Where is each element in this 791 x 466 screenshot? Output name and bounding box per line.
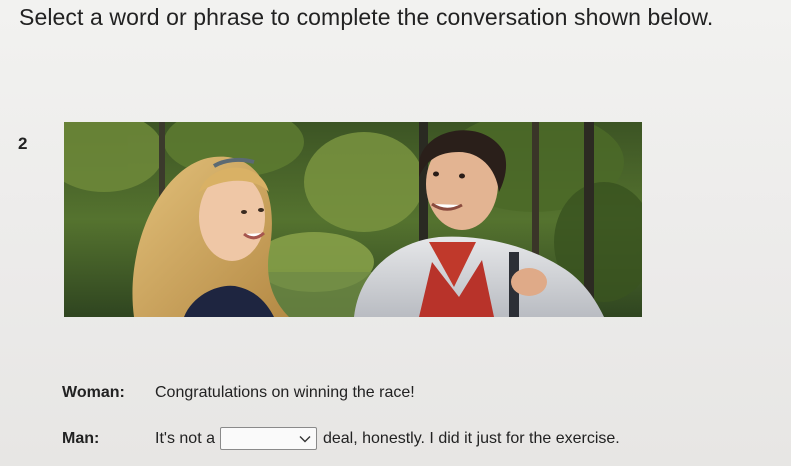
speaker-man: Man: bbox=[62, 429, 100, 447]
woman-line: Congratulations on winning the race! bbox=[155, 384, 415, 401]
dialogue-man: Man: It's not a deal, honestly. I did it… bbox=[62, 427, 620, 450]
dialogue-woman: Woman: Congratulations on winning the ra… bbox=[62, 384, 415, 402]
answer-dropdown[interactable] bbox=[219, 427, 317, 450]
question-page: Select a word or phrase to complete the … bbox=[0, 0, 791, 466]
man-line-before-blank: It's not a bbox=[155, 429, 215, 447]
question-number: 2 bbox=[18, 134, 28, 153]
conversation-photo bbox=[64, 122, 642, 317]
instruction-text: Select a word or phrase to complete the … bbox=[19, 4, 714, 30]
man-line-after-blank: deal, honestly. I did it just for the ex… bbox=[322, 429, 620, 447]
chevron-down-icon bbox=[299, 435, 311, 442]
speaker-woman: Woman: bbox=[62, 384, 125, 401]
photo-illustration bbox=[64, 122, 642, 317]
